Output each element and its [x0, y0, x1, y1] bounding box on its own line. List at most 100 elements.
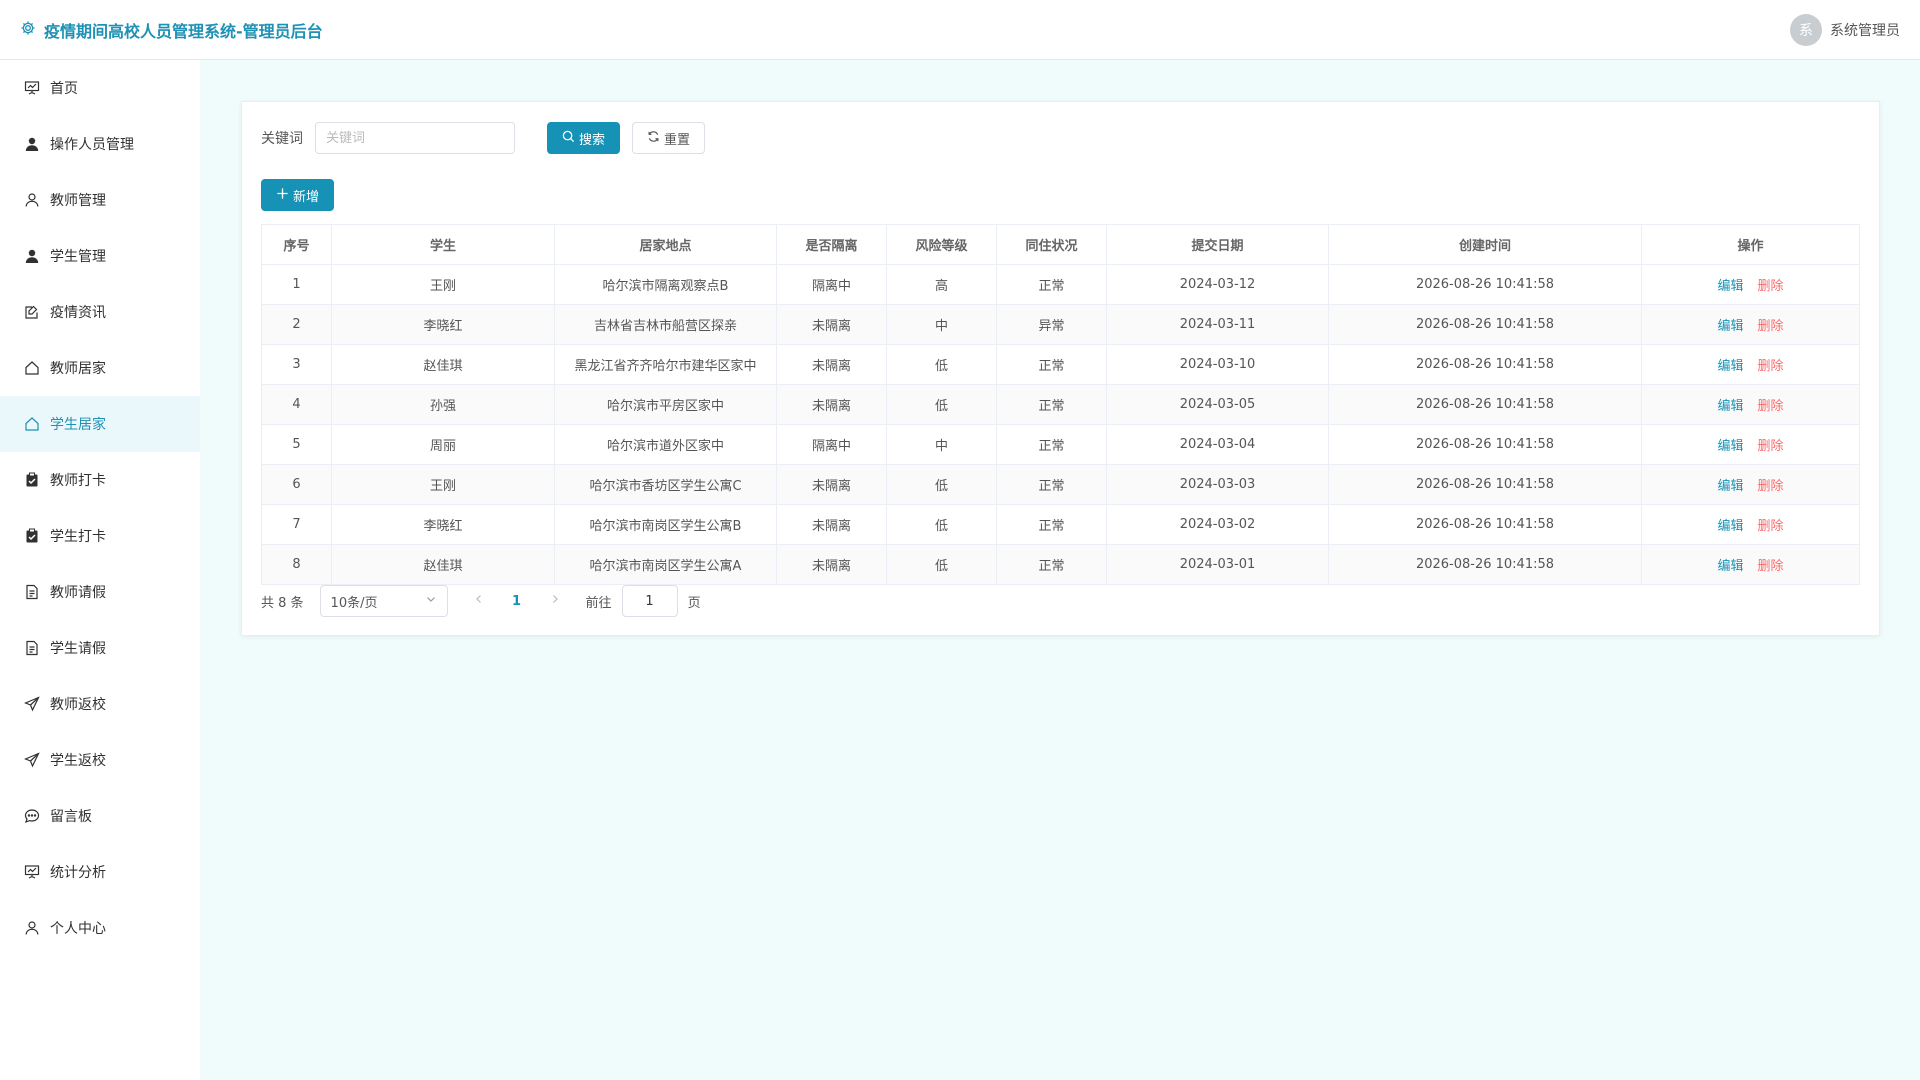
delete-link[interactable]: 删除 — [1758, 479, 1784, 494]
table-cell: 赵佳琪 — [331, 344, 555, 385]
sidebar-item[interactable]: 操作人员管理 — [0, 116, 200, 172]
goto-unit: 页 — [687, 595, 701, 611]
edit-link[interactable]: 编辑 — [1717, 399, 1743, 414]
sidebar-item-label: 留言板 — [50, 809, 92, 825]
sidebar-item[interactable]: 教师管理 — [0, 172, 200, 228]
sidebar-item[interactable]: 教师居家 — [0, 340, 200, 396]
table-cell: 隔离中 — [776, 264, 887, 305]
goto-page-input[interactable] — [621, 585, 678, 617]
table-cell: 正常 — [996, 464, 1107, 505]
sidebar-item-label: 统计分析 — [50, 865, 106, 881]
user-menu[interactable]: 系 系统管理员 — [1790, 13, 1900, 46]
sidebar-item[interactable]: 疫情资讯 — [0, 284, 200, 340]
table-cell-actions: 编辑 删除 — [1641, 344, 1860, 385]
table-cell: 隔离中 — [776, 424, 887, 465]
sidebar-item[interactable]: 学生管理 — [0, 228, 200, 284]
table-cell: 6 — [261, 464, 332, 505]
table-cell: 哈尔滨市平房区家中 — [554, 384, 777, 425]
page-number[interactable]: 1 — [502, 594, 532, 609]
chat-icon — [24, 808, 40, 824]
clipboard-check-icon — [24, 528, 40, 544]
sidebar-item[interactable]: 学生居家 — [0, 396, 200, 452]
table-cell: 正常 — [996, 264, 1107, 305]
sidebar-item-label: 教师居家 — [50, 361, 106, 377]
table-cell-actions: 编辑 删除 — [1641, 384, 1860, 425]
edit-link[interactable]: 编辑 — [1717, 479, 1743, 494]
table-cell: 王刚 — [331, 464, 555, 505]
delete-link[interactable]: 删除 — [1758, 359, 1784, 374]
table-row: 3 赵佳琪 黑龙江省齐齐哈尔市建华区家中 未隔离低正常 2024-03-10 2026-0… — [261, 344, 1860, 385]
table-cell: 正常 — [996, 344, 1107, 385]
table-cell: 高 — [886, 264, 997, 305]
sidebar-item[interactable]: 学生返校 — [0, 732, 200, 788]
column-header: 创建时间 — [1328, 224, 1642, 265]
sidebar-item-label: 教师管理 — [50, 193, 106, 209]
sidebar-item[interactable]: 个人中心 — [0, 900, 200, 956]
sidebar-item[interactable]: 学生打卡 — [0, 508, 200, 564]
page-size-select[interactable]: 10条/页 — [319, 585, 448, 617]
table-cell: 异常 — [996, 304, 1107, 345]
table-cell: 2024-03-12 — [1106, 264, 1329, 305]
edit-link[interactable]: 编辑 — [1717, 319, 1743, 334]
table-cell: 未隔离 — [776, 504, 887, 545]
edit-link[interactable]: 编辑 — [1717, 559, 1743, 574]
prev-page-button[interactable] — [464, 593, 494, 609]
sidebar-item[interactable]: 教师返校 — [0, 676, 200, 732]
edit-link[interactable]: 编辑 — [1717, 359, 1743, 374]
delete-link[interactable]: 删除 — [1758, 279, 1784, 294]
column-header: 序号 — [261, 224, 332, 265]
reset-button-label: 重置 — [664, 132, 691, 148]
sidebar-item[interactable]: 教师打卡 — [0, 452, 200, 508]
sidebar-item-label: 教师打卡 — [50, 473, 106, 489]
table-cell: 未隔离 — [776, 344, 887, 385]
search-button[interactable]: 搜索 — [547, 122, 621, 154]
edit-link[interactable]: 编辑 — [1717, 439, 1743, 454]
table-cell: 2024-03-03 — [1106, 464, 1329, 505]
table-cell: 未隔离 — [776, 544, 887, 585]
edit-note-icon — [24, 304, 40, 320]
plus-icon — [276, 187, 289, 204]
sidebar-item[interactable]: 学生请假 — [0, 620, 200, 676]
delete-link[interactable]: 删除 — [1758, 519, 1784, 534]
table-cell-actions: 编辑 删除 — [1641, 544, 1860, 585]
sidebar-item[interactable]: 教师请假 — [0, 564, 200, 620]
column-header: 是否隔离 — [776, 224, 887, 265]
add-button[interactable]: 新增 — [261, 179, 335, 211]
table-cell: 哈尔滨市香坊区学生公寓C — [554, 464, 777, 505]
delete-link[interactable]: 删除 — [1758, 319, 1784, 334]
edit-link[interactable]: 编辑 — [1717, 279, 1743, 294]
table-cell: 周丽 — [331, 424, 555, 465]
table-cell: 2024-03-11 — [1106, 304, 1329, 345]
table-cell: 低 — [886, 384, 997, 425]
sidebar-item[interactable]: 首页 — [0, 60, 200, 116]
table-cell: 低 — [886, 464, 997, 505]
table-cell: 2026-08-26 10:41:58 — [1328, 304, 1642, 345]
delete-link[interactable]: 删除 — [1758, 559, 1784, 574]
sidebar-item[interactable]: 统计分析 — [0, 844, 200, 900]
delete-link[interactable]: 删除 — [1758, 439, 1784, 454]
sidebar-item[interactable]: 留言板 — [0, 788, 200, 844]
delete-link[interactable]: 删除 — [1758, 399, 1784, 414]
table-cell: 2026-08-26 10:41:58 — [1328, 504, 1642, 545]
table-cell: 低 — [886, 544, 997, 585]
reset-button[interactable]: 重置 — [632, 122, 706, 154]
table-cell: 2024-03-10 — [1106, 344, 1329, 385]
table-cell: 赵佳琪 — [331, 544, 555, 585]
edit-link[interactable]: 编辑 — [1717, 519, 1743, 534]
next-page-button[interactable] — [540, 593, 570, 609]
presentation-icon — [24, 80, 40, 96]
table-cell: 2024-03-04 — [1106, 424, 1329, 465]
search-input[interactable] — [315, 122, 515, 154]
table-row: 7 李晓红 哈尔滨市南岗区学生公寓B 未隔离低正常 2024-03-02 2026-08-… — [261, 504, 1860, 545]
add-button-label: 新增 — [293, 189, 320, 205]
data-table: 序号 学生 居家地点 是否隔离 风险等级 同住状况 提交日期 创建时间 操作 1 王刚 哈尔滨市隔离… — [261, 224, 1860, 585]
avatar[interactable]: 系 — [1790, 13, 1822, 46]
table-cell: 正常 — [996, 504, 1107, 545]
content-card: 关键词 搜索 重置 新增 序号学生居家地点是否隔离风险等级同住状况提交日期创建时… — [241, 101, 1880, 636]
document-icon — [24, 584, 40, 600]
table-cell: 哈尔滨市南岗区学生公寓A — [554, 544, 777, 585]
user-name[interactable]: 系统管理员 — [1830, 20, 1900, 40]
table-cell: 4 — [261, 384, 332, 425]
chevron-right-icon — [549, 593, 561, 609]
table-row: 4 孙强 哈尔滨市平房区家中 未隔离低正常 2024-03-05 2026-08-26 1… — [261, 384, 1860, 425]
